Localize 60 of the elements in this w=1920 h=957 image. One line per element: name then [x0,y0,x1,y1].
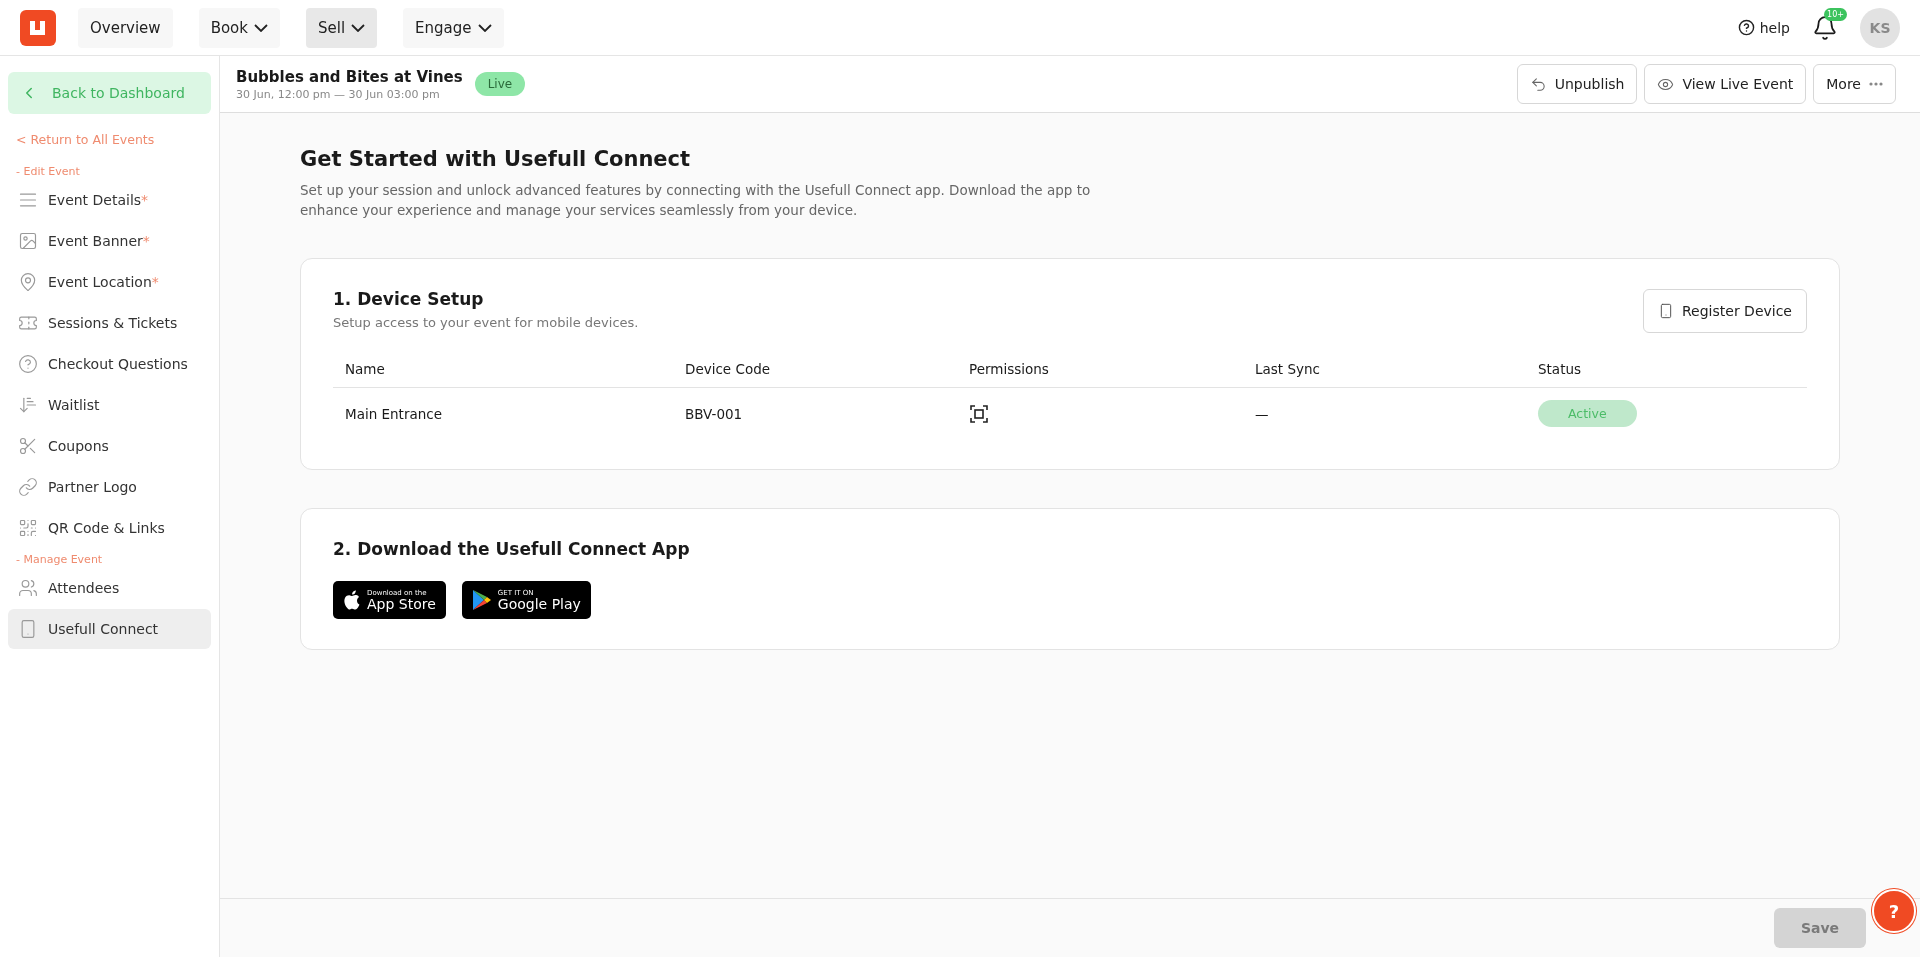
store-name: Google Play [497,596,581,611]
sidebar-item-label: Coupons [48,438,109,454]
event-dates: 30 Jun, 12:00 pm — 30 Jun 03:00 pm [236,87,441,101]
sidebar-item-label: Event Location* [48,274,159,290]
nav-tab[interactable]: Sell [305,7,378,48]
column-header: Permissions [957,351,1243,389]
apple-icon [344,590,360,610]
play-triangle-icon [471,589,492,612]
sidebar-item-icon [18,272,38,292]
help-fab[interactable]: ? [1872,889,1916,933]
status-badge: Live [474,72,526,96]
card-title: 1. Device Setup [333,289,485,310]
help-link[interactable]: help [1737,19,1790,36]
table-cell-text: Main Entrance [344,404,443,424]
sidebar-item[interactable]: Usefull Connect [8,609,211,649]
reply-arrow-icon [1529,75,1547,93]
column-header: Last Sync [1243,351,1526,389]
card-subtitle: Setup access to your event for mobile devices. [333,315,639,331]
table-cell-text: — [1254,404,1270,424]
sidebar-item-label: Attendees [48,580,120,596]
logo-icon[interactable] [20,9,56,46]
sidebar-item-label: Event Banner* [48,233,150,249]
sidebar-item-label: Event Details* [48,192,149,208]
sidebar-item-label: Checkout Questions [48,356,188,372]
table-cell-text: BBV-001 [684,404,744,424]
sidebar-item-icon [18,436,38,456]
help-icon [1737,19,1755,36]
sidebar-item-icon [18,477,38,497]
column-header: Status [1526,351,1807,389]
card-title: 2. Download the Usefull Connect App [333,539,691,560]
nav-tab[interactable]: Engage [403,7,504,48]
store-name: App Store [367,596,436,611]
page-intro: Set up your session and unlock advanced features by connecting with the Usefull Connect app. Download the app to enhance your experience and manage your services seamlessly from your device. [300,181,1092,220]
sidebar-item-icon [18,395,38,415]
scan-icon [969,403,989,424]
ellipsis-icon [1869,82,1883,86]
sidebar-item-icon [18,231,38,251]
phone-icon [1658,303,1674,320]
sidebar-item-icon [18,518,38,538]
notification-badge: 10+ [1824,7,1847,21]
section-title: - Edit Event [15,165,81,178]
section-title: - Manage Event [15,553,104,566]
column-header: Device Code [673,351,957,389]
status-pill: Active [1538,400,1637,428]
sidebar-item-label: Waitlist [48,397,100,413]
event-title: Bubbles and Bites at Vines [236,67,463,86]
action-button[interactable]: View Live Event [1644,64,1807,104]
sidebar-item-label: QR Code & Links [48,520,165,536]
nav-tab[interactable]: Overview [78,7,173,48]
action-button[interactable]: More [1813,64,1896,104]
register-device-button[interactable]: Register Device [1643,289,1807,334]
sidebar-item-label: Partner Logo [48,479,137,495]
page-title: Get Started with Usefull Connect [300,147,692,171]
action-button[interactable]: Unpublish [1516,64,1638,104]
nav-tab[interactable]: Book [198,7,280,48]
sidebar-item-label: Usefull Connect [48,621,159,637]
sidebar-item-icon [18,354,38,374]
sidebar-item-icon [18,578,38,598]
sidebar-item-label: Sessions & Tickets [48,315,178,331]
column-header: Name [333,351,673,389]
